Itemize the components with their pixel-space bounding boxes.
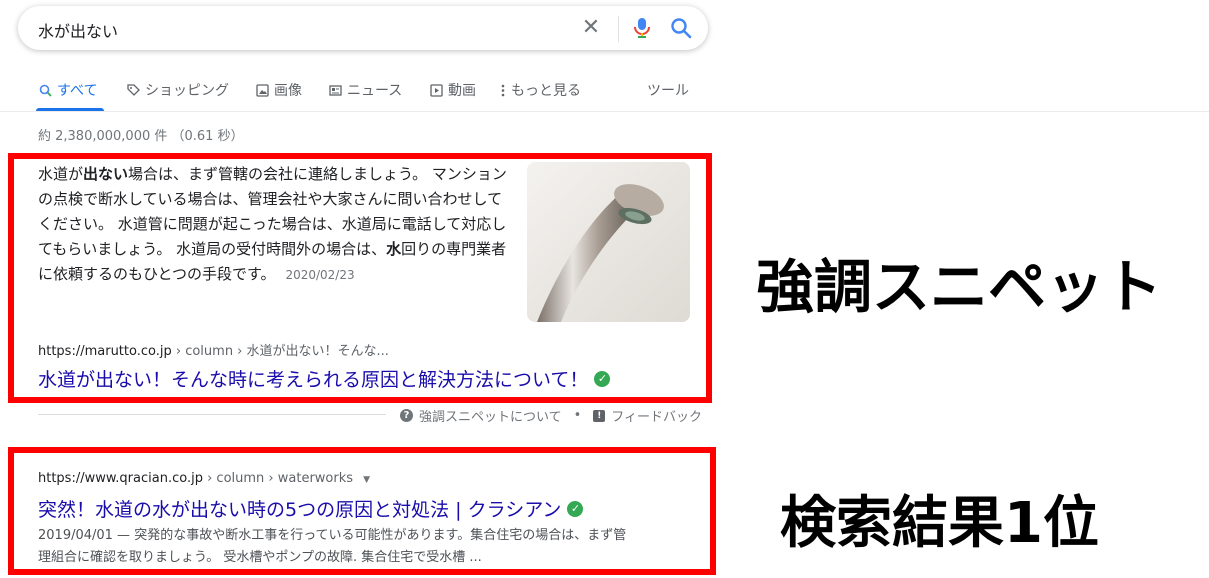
- result-stats: 約 2,380,000,000 件 （0.61 秒）: [38, 129, 244, 144]
- featured-snippet-title-link[interactable]: 水道が出ない！そんな時に考えられる原因と解決方法について！ ✓: [38, 365, 611, 392]
- snippet-date: 2020/02/23: [285, 268, 355, 282]
- help-icon[interactable]: ?: [400, 409, 413, 422]
- first-result-cite: https://www.qracian.co.jp › column › wat…: [38, 471, 370, 486]
- tab-news[interactable]: ニュース: [328, 80, 402, 100]
- about-featured-snippets-link[interactable]: 強調スニペットについて: [419, 406, 562, 425]
- tab-label: すべて: [57, 83, 98, 99]
- tab-tools[interactable]: ツール: [647, 80, 689, 100]
- tab-label: ツール: [647, 83, 689, 99]
- tab-label: もっと見る: [511, 83, 581, 99]
- featured-snippet-cite: https://marutto.co.jp › column › 水道が出ない！…: [38, 340, 389, 359]
- image-icon: [255, 83, 269, 97]
- cite-domain: https://www.qracian.co.jp: [38, 471, 203, 486]
- play-icon: [429, 83, 443, 97]
- tab-more[interactable]: もっと見る: [500, 80, 581, 100]
- faucet-image[interactable]: [527, 162, 690, 322]
- clear-icon[interactable]: ✕: [580, 17, 602, 39]
- tag-icon: [126, 83, 140, 97]
- tab-images[interactable]: 画像: [255, 80, 302, 100]
- first-result-title-link[interactable]: 突然！水道の水が出ない時の5つの原因と対処法 | クラシアン ✓: [38, 495, 584, 522]
- featured-snippet-annotation: 強調スニペット: [756, 253, 1163, 321]
- news-icon: [328, 83, 342, 97]
- featured-snippet-text: 水道が出ない場合は、まず管轄の会社に連絡しましょう。 マンションの点検で断水して…: [38, 165, 507, 283]
- first-result-description: 2019/04/01 — 突発的な事故や断水工事を行っている可能性があります。集…: [38, 528, 627, 565]
- tab-label: 画像: [274, 83, 302, 99]
- featured-snippet-title[interactable]: 水道が出ない！そんな時に考えられる原因と解決方法について！: [38, 365, 588, 392]
- feedback-divider: [38, 414, 386, 415]
- verified-icon: ✓: [567, 500, 584, 517]
- tab-videos[interactable]: 動画: [429, 80, 476, 100]
- cite-path: › column › waterworks: [202, 471, 354, 486]
- mic-icon[interactable]: [632, 17, 652, 39]
- tab-label: ニュース: [347, 83, 403, 99]
- feedback-link[interactable]: フィードバック: [611, 406, 702, 425]
- cite-path: › column › 水道が出ない！そんな...: [171, 344, 389, 359]
- tab-all[interactable]: すべて: [38, 80, 97, 100]
- snippet-feedback-row: ? 強調スニペットについて • ! フィードバック: [400, 406, 702, 425]
- search-icon[interactable]: [670, 17, 692, 39]
- separator-dot: •: [573, 408, 582, 423]
- verified-icon: ✓: [594, 370, 611, 387]
- first-result-title[interactable]: 突然！水道の水が出ない時の5つの原因と対処法 | クラシアン: [38, 495, 561, 522]
- tabs-divider: [0, 111, 1209, 112]
- search-divider: [618, 16, 619, 42]
- cite-domain: https://marutto.co.jp: [38, 344, 172, 359]
- first-result-annotation: 検索結果1位: [780, 491, 1099, 556]
- tab-label: ショッピング: [145, 83, 229, 99]
- tab-label: 動画: [448, 83, 476, 99]
- tab-shopping[interactable]: ショッピング: [126, 80, 229, 100]
- search-bar[interactable]: 水が出ない ✕: [18, 6, 708, 50]
- search-input[interactable]: 水が出ない: [38, 18, 118, 42]
- more-icon: [500, 83, 506, 97]
- feedback-icon[interactable]: !: [593, 409, 606, 422]
- dropdown-arrow-icon[interactable]: ▼: [363, 475, 370, 485]
- search-icon: [38, 83, 52, 97]
